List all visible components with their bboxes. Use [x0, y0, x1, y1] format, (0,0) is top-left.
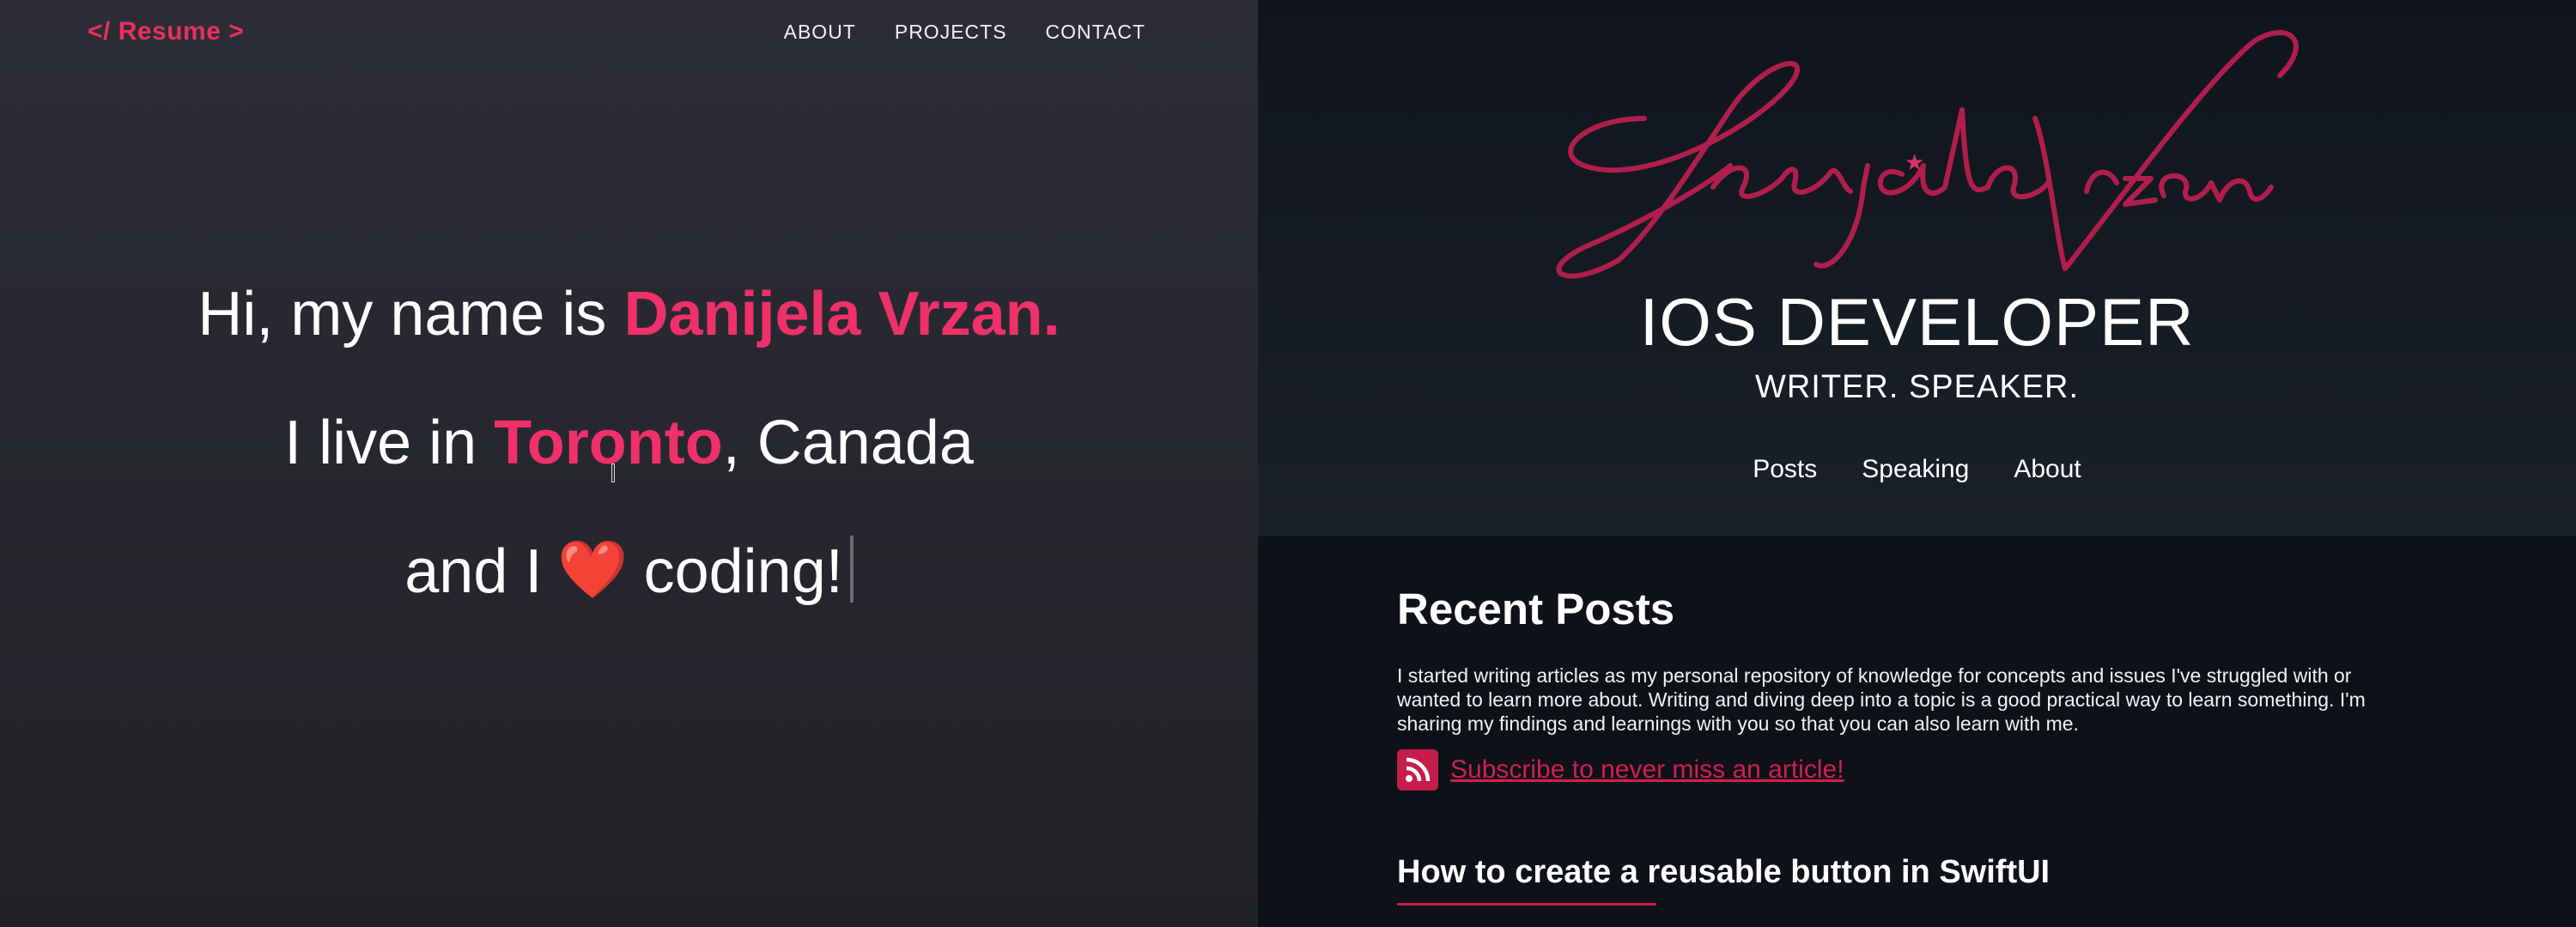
hero-line-location: I live in Toronto, Canada [0, 412, 1258, 541]
svg-text:★: ★ [1905, 150, 1924, 176]
hero-intro: Hi, my name is Danijela Vrzan. I live in… [0, 283, 1258, 670]
resume-logo[interactable]: </ Resume > [88, 17, 244, 46]
hero-passion-prefix: and I [404, 537, 543, 606]
hero-line-name: Hi, my name is Danijela Vrzan. [0, 283, 1258, 412]
text-cursor-icon [611, 464, 615, 482]
hero-location-prefix: I live in [284, 409, 495, 477]
nav-about-link[interactable]: ABOUT [784, 21, 856, 44]
hero-name-highlight: Danijela Vrzan. [623, 280, 1060, 348]
heart-icon: ❤️ [557, 537, 629, 601]
hero-passion-suffix: coding! [643, 537, 843, 606]
role-subtitle: WRITER. SPEAKER. [1754, 369, 2080, 405]
nav-contact-link[interactable]: CONTACT [1046, 21, 1145, 44]
nav-about-link[interactable]: About [2014, 455, 2081, 484]
blog-site-panel: ★ IOS DEVELOPER WRITER. SPEAKER. Posts S… [1258, 0, 2576, 927]
rss-icon[interactable] [1397, 749, 1438, 791]
nav-speaking-link[interactable]: Speaking [1862, 455, 1969, 484]
typing-caret [849, 536, 854, 603]
role-title: IOS DEVELOPER [1639, 284, 2195, 360]
nav-projects-link[interactable]: PROJECTS [895, 21, 1007, 44]
post-title-link[interactable]: How to create a reusable button in Swift… [1397, 854, 2050, 891]
blog-header: ★ IOS DEVELOPER WRITER. SPEAKER. Posts S… [1258, 0, 2576, 536]
signature-logo[interactable]: ★ [1533, 15, 2306, 282]
hero-greeting-text: Hi, my name is [197, 280, 624, 348]
recent-posts-heading: Recent Posts [1397, 585, 1675, 633]
blog-nav: Posts Speaking About [1258, 455, 2576, 484]
hero-line-passion: and I ❤️ coding! [0, 536, 1258, 670]
hero-city-highlight: Toronto [494, 409, 723, 477]
nav-posts-link[interactable]: Posts [1753, 455, 1817, 484]
recent-posts-section: Recent Posts I started writing articles … [1397, 584, 2427, 906]
hero-country-text: , Canada [722, 409, 974, 477]
resume-nav: ABOUT PROJECTS CONTACT [784, 21, 1145, 44]
subscribe-link[interactable]: Subscribe to never miss an article! [1450, 755, 1844, 785]
post-title-underline [1397, 903, 1656, 906]
resume-site-panel: </ Resume > ABOUT PROJECTS CONTACT Hi, m… [0, 0, 1258, 927]
recent-posts-intro: I started writing articles as my persona… [1397, 664, 2366, 735]
subscribe-row: Subscribe to never miss an article! [1397, 749, 2427, 791]
